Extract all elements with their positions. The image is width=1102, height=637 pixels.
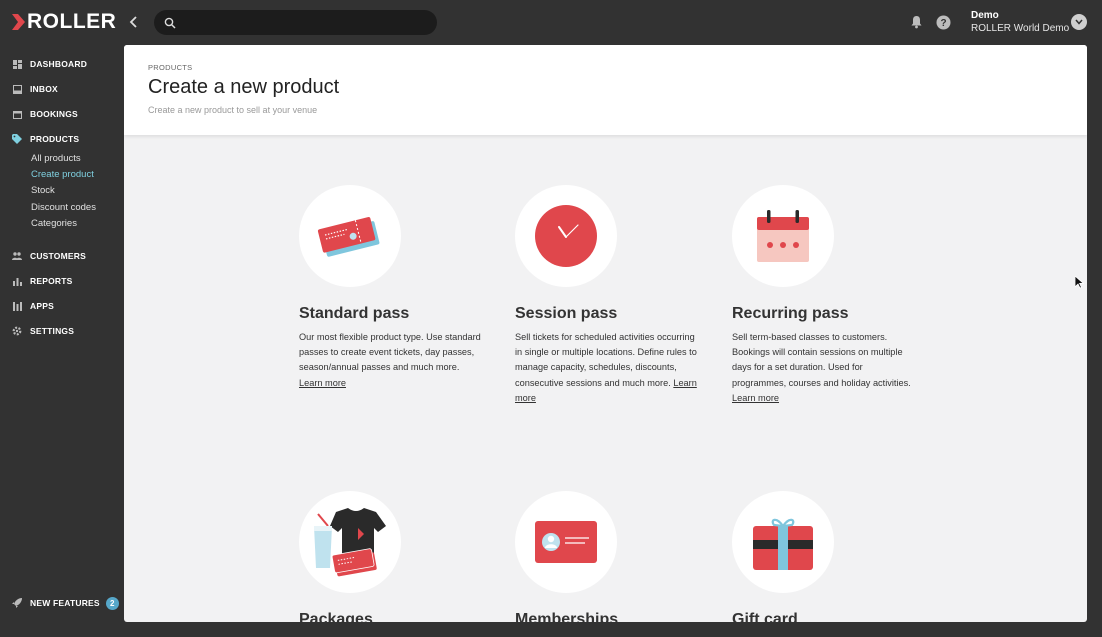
- page-header: PRODUCTS Create a new product Create a n…: [124, 45, 1087, 135]
- sidebar-item-label: APPS: [30, 301, 54, 311]
- search-input[interactable]: [184, 15, 424, 30]
- card-title: Memberships: [515, 611, 619, 622]
- card-title: Packages: [299, 611, 373, 622]
- moon-icon: [1004, 11, 1009, 20]
- sidebar-item-settings[interactable]: SETTINGS: [12, 324, 74, 338]
- chevron-left-icon: [129, 16, 137, 28]
- venue-name: ROLLER World Demo: [971, 23, 1070, 34]
- sidebar-subitem-create-product[interactable]: Create product: [31, 169, 94, 180]
- help-button[interactable]: ?: [935, 14, 951, 30]
- sidebar-item-dashboard[interactable]: DASHBOARD: [12, 57, 87, 71]
- dashboard-icon: [12, 59, 22, 69]
- search-bar[interactable]: [154, 10, 437, 35]
- card-description: Our most flexible product type. Use stan…: [299, 330, 485, 391]
- sidebar-subitem-all-products[interactable]: All products: [31, 153, 81, 164]
- sidebar-item-label: REPORTS: [30, 276, 73, 286]
- tag-icon: [12, 134, 22, 144]
- calendar-icon: [12, 109, 22, 119]
- card-title: Recurring pass: [732, 305, 849, 322]
- sidebar-item-label: NEW FEATURES: [30, 598, 100, 608]
- calendar-icon: [732, 185, 834, 287]
- sidebar-subitem-discount-codes[interactable]: Discount codes: [31, 202, 96, 213]
- sidebar-item-label: INBOX: [30, 84, 58, 94]
- learn-more-link[interactable]: Learn more: [732, 393, 779, 403]
- sidebar-item-label: DASHBOARD: [30, 59, 88, 69]
- product-card-packages[interactable]: Packages: [299, 491, 499, 622]
- user-name: Demo: [971, 10, 999, 21]
- gift-card-icon: [732, 491, 834, 593]
- page-subtitle: Create a new product to sell at your ven…: [148, 105, 318, 115]
- people-icon: [12, 251, 22, 261]
- sidebar-item-apps[interactable]: APPS: [12, 299, 54, 313]
- product-card-recurring-pass[interactable]: Recurring pass Sell term-based classes t…: [732, 185, 932, 406]
- package-icon: [299, 491, 401, 593]
- page-title: Create a new product: [148, 76, 340, 98]
- sidebar-item-products[interactable]: PRODUCTS: [12, 132, 79, 146]
- help-icon: ?: [936, 15, 950, 29]
- card-description: Sell term-based classes to customers. Bo…: [732, 330, 918, 406]
- product-card-standard-pass[interactable]: Standard pass Our most flexible product …: [299, 185, 499, 391]
- card-title: Gift card: [732, 611, 798, 622]
- svg-text:?: ?: [940, 18, 946, 29]
- sidebar-item-label: BOOKINGS: [30, 109, 78, 119]
- sidebar-item-label: CUSTOMERS: [30, 251, 86, 261]
- sidebar-item-customers[interactable]: CUSTOMERS: [12, 249, 86, 263]
- card-description-text: Our most flexible product type. Use stan…: [299, 332, 481, 373]
- sidebar-item-reports[interactable]: REPORTS: [12, 274, 73, 288]
- logo-chevron-icon: [12, 14, 25, 30]
- product-card-gift-card[interactable]: Gift card: [732, 491, 932, 622]
- gear-icon: [12, 326, 22, 336]
- chevron-down-icon: [1075, 19, 1083, 25]
- user-block[interactable]: Demo ROLLER World Demo: [971, 10, 1069, 34]
- inbox-icon: [12, 84, 22, 94]
- product-card-memberships[interactable]: Memberships: [515, 491, 715, 622]
- breadcrumb[interactable]: PRODUCTS: [148, 63, 193, 72]
- sidebar-item-label: SETTINGS: [30, 326, 75, 336]
- mouse-cursor-icon: [1075, 276, 1084, 289]
- new-features-count-badge: 2: [105, 596, 119, 610]
- sidebar-subitem-stock[interactable]: Stock: [31, 185, 55, 196]
- apps-icon: [12, 301, 22, 311]
- membership-card-icon: [515, 491, 617, 593]
- roller-logo[interactable]: ROLLER: [12, 11, 116, 33]
- user-name-row: Demo: [971, 10, 1069, 21]
- sidebar-item-bookings[interactable]: BOOKINGS: [12, 107, 78, 121]
- sidebar: DASHBOARD INBOX BOOKINGS PRODUCTS All pr…: [0, 45, 124, 637]
- clock-icon: [515, 185, 617, 287]
- sidebar-item-inbox[interactable]: INBOX: [12, 82, 58, 96]
- sidebar-subitem-categories[interactable]: Categories: [31, 218, 77, 229]
- search-icon: [164, 17, 176, 29]
- sidebar-item-label: PRODUCTS: [30, 134, 80, 144]
- learn-more-link[interactable]: Learn more: [299, 378, 346, 388]
- tickets-icon: [299, 185, 401, 287]
- card-title: Standard pass: [299, 305, 410, 322]
- bell-icon: [911, 16, 921, 29]
- product-card-session-pass[interactable]: Session pass Sell tickets for scheduled …: [515, 185, 715, 406]
- top-bar: ROLLER ? Demo ROLLER World Demo: [0, 0, 1102, 45]
- logo-text: ROLLER: [27, 10, 117, 33]
- card-description-text: Sell tickets for scheduled activities oc…: [515, 332, 697, 388]
- card-title: Session pass: [515, 305, 618, 322]
- sidebar-item-new-features[interactable]: NEW FEATURES 2: [12, 596, 119, 610]
- user-menu-button[interactable]: [1071, 14, 1087, 30]
- card-description: Sell tickets for scheduled activities oc…: [515, 330, 701, 406]
- back-button[interactable]: [124, 12, 144, 32]
- bar-chart-icon: [12, 276, 22, 286]
- main-panel: PRODUCTS Create a new product Create a n…: [124, 45, 1087, 622]
- rocket-icon: [12, 598, 22, 608]
- card-description-text: Sell term-based classes to customers. Bo…: [732, 332, 911, 388]
- notifications-button[interactable]: [908, 14, 924, 30]
